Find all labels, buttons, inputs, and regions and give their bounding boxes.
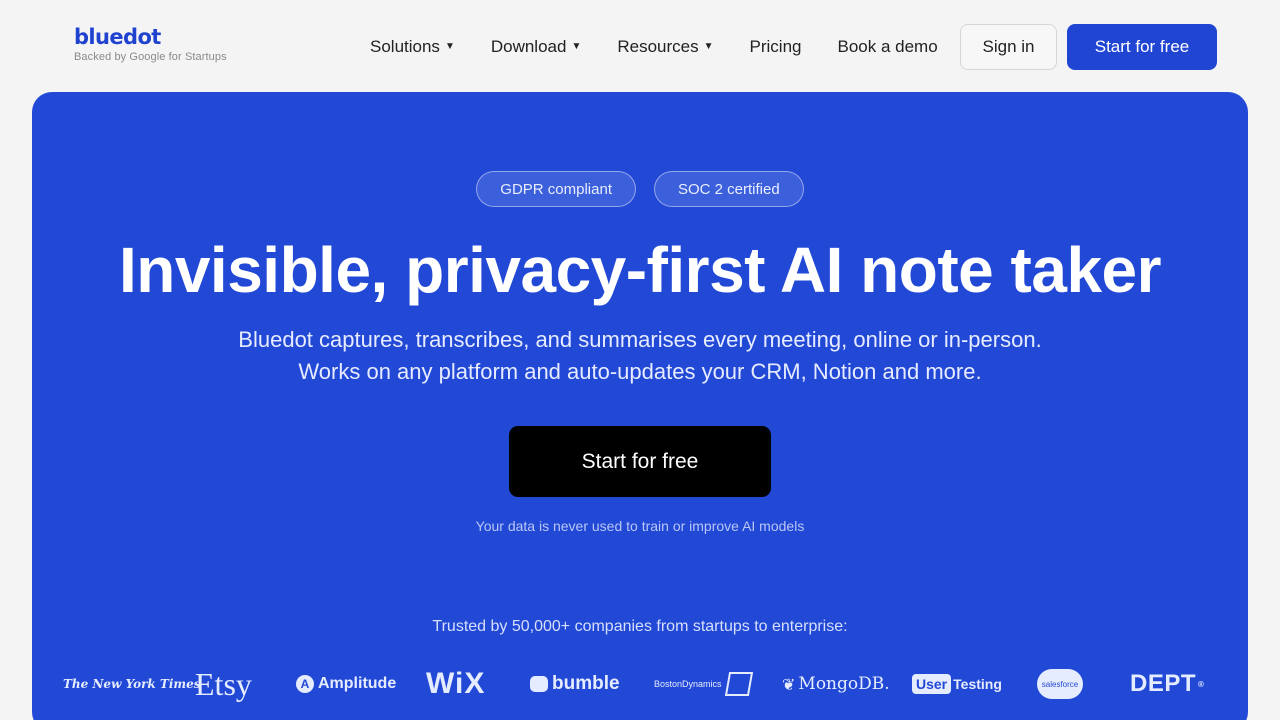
dept-logo: DEPT ® (1130, 662, 1204, 706)
boston-dynamics-wordmark: BostonDynamics (654, 679, 722, 689)
amplitude-wordmark: Amplitude (318, 675, 397, 692)
usertesting-logo: User Testing (912, 662, 1002, 706)
bumble-logo: bumble (530, 662, 620, 706)
trusted-by-text: Trusted by 50,000+ companies from startu… (432, 618, 848, 635)
nav-label: Download (490, 37, 567, 56)
nav-label: Solutions (370, 37, 440, 56)
soc2-badge: SOC 2 certified (653, 171, 804, 207)
registered-icon: ® (1198, 679, 1205, 689)
gdpr-badge: GDPR compliant (476, 171, 636, 207)
amplitude-logo: A Amplitude (296, 662, 396, 706)
start-free-header-button[interactable]: Start for free (1067, 24, 1217, 70)
hero-subtitle: Bluedot captures, transcribes, and summa… (32, 324, 1248, 388)
usertesting-box: User (912, 674, 952, 694)
privacy-note: Your data is never used to train or impr… (475, 518, 805, 534)
etsy-logo: Etsy (195, 665, 252, 702)
mongodb-leaf-icon: ❦ (782, 674, 796, 694)
nav-item-resources[interactable]: Resources ▼ (617, 36, 713, 58)
caret-down-icon: ▼ (703, 41, 714, 52)
salesforce-logo: salesforce (1037, 662, 1083, 706)
nyt-logo: The New York Times (63, 677, 201, 691)
compliance-badges: GDPR compliant SOC 2 certified (32, 171, 1248, 207)
nav-item-book-demo[interactable]: Book a demo (838, 36, 938, 58)
logo-tagline: Backed by Google for Startups (74, 51, 227, 63)
nav-item-pricing[interactable]: Pricing (750, 36, 802, 58)
customer-logos: The New York Times Etsy A Amplitude WiX … (32, 662, 1248, 706)
main-nav: Solutions ▼ Download ▼ Resources ▼ Prici… (370, 36, 974, 58)
salesforce-cloud-icon: salesforce (1037, 669, 1083, 699)
hero-title: Invisible, privacy-first AI note taker (118, 234, 1162, 306)
nav-item-download[interactable]: Download ▼ (491, 36, 582, 58)
mongodb-wordmark: MongoDB. (798, 674, 890, 694)
caret-down-icon: ▼ (571, 41, 582, 52)
wix-logo: WiX (426, 667, 486, 700)
sign-in-button[interactable]: Sign in (960, 24, 1057, 70)
start-free-hero-button[interactable]: Start for free (509, 426, 771, 497)
boston-dynamics-icon (724, 672, 753, 696)
mongodb-logo: ❦ MongoDB. (782, 662, 890, 706)
amplitude-icon: A (296, 675, 314, 693)
hero-subtitle-line2: Works on any platform and auto-updates y… (298, 359, 982, 384)
nav-item-solutions[interactable]: Solutions ▼ (370, 36, 455, 58)
bluedot-logo[interactable]: bluedot Backed by Google for Startups (74, 26, 227, 63)
nav-label: Resources (617, 37, 699, 56)
bumble-wordmark: bumble (552, 673, 620, 694)
nav-label: Book a demo (837, 37, 938, 56)
hero-section: GDPR compliant SOC 2 certified Invisible… (32, 92, 1248, 720)
bumble-icon (530, 676, 548, 692)
caret-down-icon: ▼ (444, 41, 455, 52)
usertesting-wordmark: Testing (953, 676, 1002, 692)
site-header: bluedot Backed by Google for Startups So… (0, 0, 1280, 92)
dept-wordmark: DEPT (1130, 670, 1197, 697)
boston-dynamics-logo: BostonDynamics (654, 662, 753, 706)
logo-wordmark: bluedot (74, 25, 161, 49)
hero-subtitle-line1: Bluedot captures, transcribes, and summa… (238, 327, 1042, 352)
nav-label: Pricing (749, 37, 802, 56)
